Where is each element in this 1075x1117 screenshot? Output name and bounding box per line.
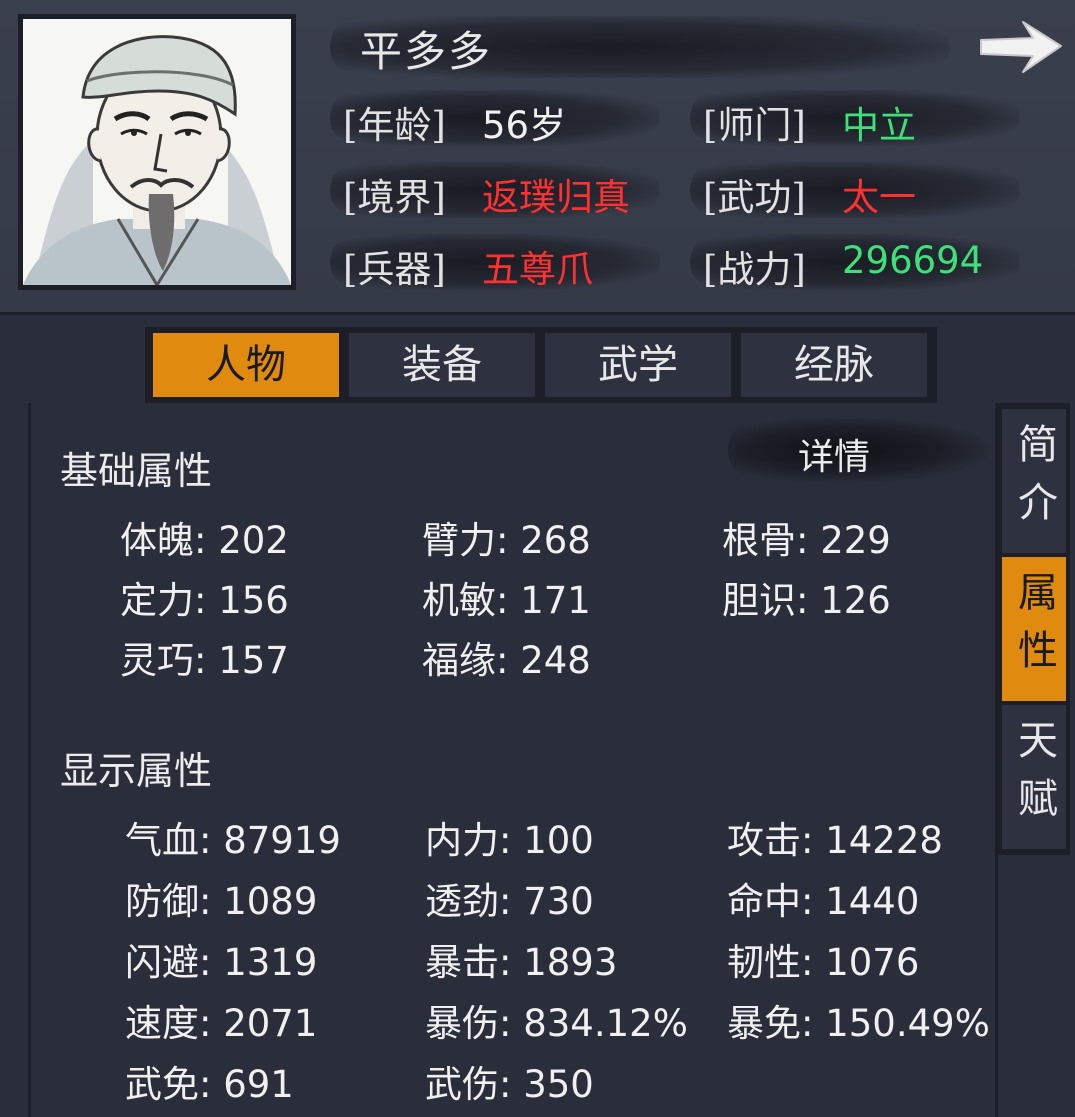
skill-label: [武功] xyxy=(703,176,806,219)
detail-button[interactable]: 详情 xyxy=(728,418,988,482)
stat-base: 定力: 156 xyxy=(120,579,289,622)
tab-martial-arts[interactable]: 武学 xyxy=(545,333,731,397)
stat-display: 内力: 100 xyxy=(425,819,594,862)
realm-value: 返璞归真 xyxy=(482,176,630,219)
sect-label: [师门] xyxy=(703,104,806,147)
side-tab-attributes[interactable]: 属性 xyxy=(1002,557,1066,701)
stat-display: 暴击: 1893 xyxy=(425,941,618,984)
stat-display: 暴免: 150.49% xyxy=(727,1002,990,1045)
stat-display: 闪避: 1319 xyxy=(125,941,318,984)
stat-base: 灵巧: 157 xyxy=(120,639,289,682)
stat-display: 气血: 87919 xyxy=(125,819,341,862)
character-portrait[interactable] xyxy=(18,14,296,290)
portrait-image xyxy=(23,19,291,285)
detail-label: 详情 xyxy=(798,437,871,478)
power-label: [战力] xyxy=(703,248,806,291)
right-arrow-icon[interactable] xyxy=(975,14,1067,78)
stat-display: 命中: 1440 xyxy=(727,880,920,923)
stat-display: 暴伤: 834.12% xyxy=(425,1002,688,1045)
weapon-label: [兵器] xyxy=(343,248,446,291)
weapon-value: 五尊爪 xyxy=(482,248,593,291)
tab-character[interactable]: 人物 xyxy=(153,333,339,397)
stat-base: 胆识: 126 xyxy=(722,579,891,622)
display-attributes-title: 显示属性 xyxy=(60,749,213,793)
power-value: 296694 xyxy=(842,239,984,282)
base-attributes-title: 基础属性 xyxy=(60,449,213,493)
age-value: 56岁 xyxy=(482,104,567,147)
side-tab-talents[interactable]: 天赋 xyxy=(1002,705,1066,849)
side-tab-bar: 简介 属性 天赋 xyxy=(998,403,1070,855)
main-tab-bar: 人物 装备 武学 经脉 xyxy=(145,327,937,403)
stat-display: 武免: 691 xyxy=(125,1063,294,1106)
stat-base: 根骨: 229 xyxy=(722,519,891,562)
stat-display: 韧性: 1076 xyxy=(727,941,920,984)
realm-label: [境界] xyxy=(343,176,446,219)
stat-base: 机敏: 171 xyxy=(422,579,591,622)
tab-meridians[interactable]: 经脉 xyxy=(741,333,927,397)
character-header: 平多多 [年龄] 56岁 [师门] 中立 [境界] 返璞归真 [武功] 太一 [… xyxy=(0,0,1075,315)
tab-equipment[interactable]: 装备 xyxy=(349,333,535,397)
stat-display: 攻击: 14228 xyxy=(727,819,943,862)
stat-display: 速度: 2071 xyxy=(125,1002,318,1045)
side-tab-intro[interactable]: 简介 xyxy=(1002,409,1066,553)
stat-base: 福缘: 248 xyxy=(422,639,591,682)
stat-display: 透劲: 730 xyxy=(425,880,594,923)
stat-base: 臂力: 268 xyxy=(422,519,591,562)
skill-value: 太一 xyxy=(842,176,916,219)
sect-value: 中立 xyxy=(842,104,916,147)
stat-base: 体魄: 202 xyxy=(120,519,289,562)
stat-display: 武伤: 350 xyxy=(425,1063,594,1106)
age-label: [年龄] xyxy=(343,104,446,147)
stat-display: 防御: 1089 xyxy=(125,880,318,923)
character-name: 平多多 xyxy=(360,27,493,76)
